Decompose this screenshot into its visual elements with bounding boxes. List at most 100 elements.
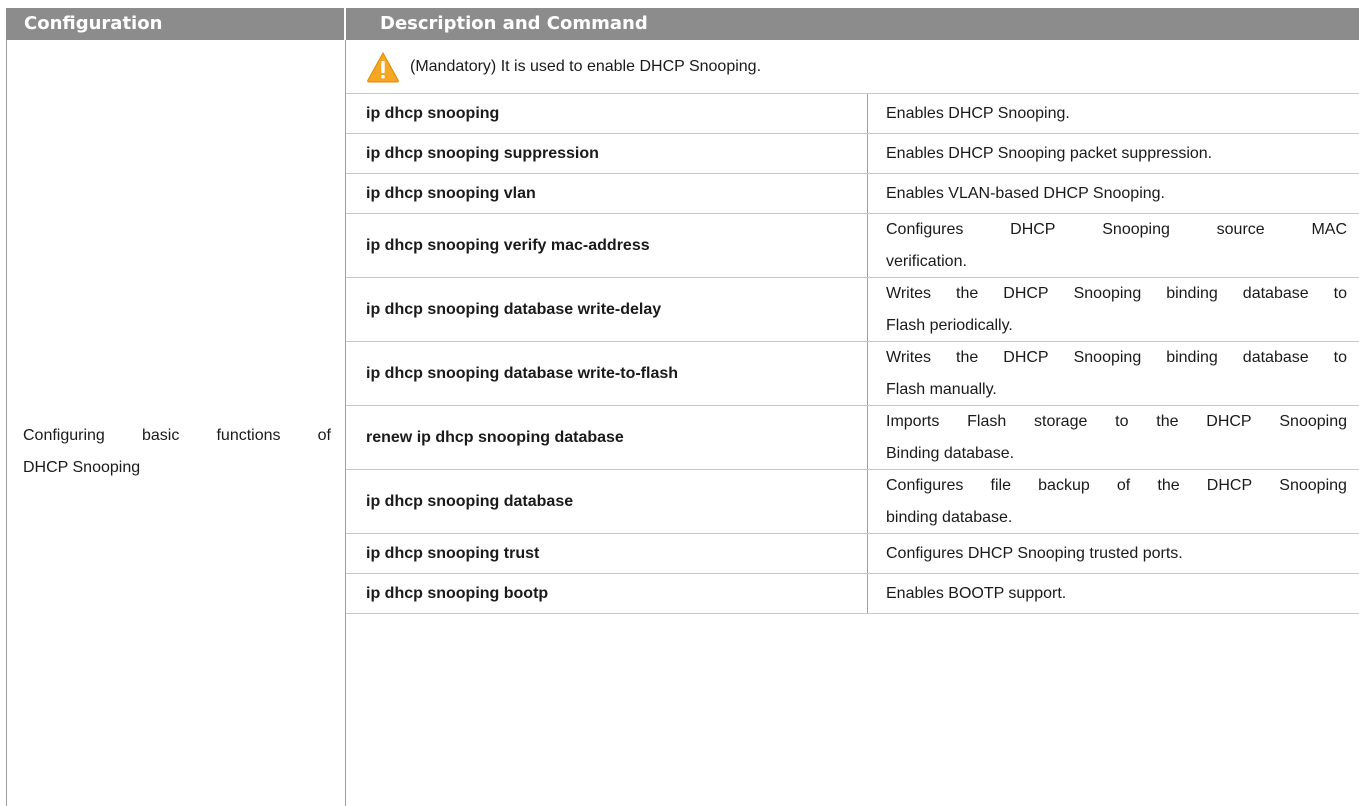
- description-line: Enables DHCP Snooping packet suppression…: [886, 144, 1213, 162]
- table-header: Configuration Description and Command: [6, 8, 1359, 40]
- header-configuration: Configuration: [6, 8, 346, 40]
- description-cell: Configures DHCP Snooping trusted ports.: [868, 534, 1359, 573]
- configuration-line-2: DHCP Snooping: [23, 459, 141, 476]
- description-line: Configures DHCP Snooping trusted ports.: [886, 544, 1183, 562]
- description-word: Snooping: [1073, 284, 1142, 302]
- description-cell: Configures DHCP Snooping source MAC verificat…: [868, 214, 1359, 277]
- table-row: ip dhcp snooping database write-to-flash…: [346, 342, 1359, 406]
- command-cell: ip dhcp snooping verify mac-address: [346, 214, 868, 277]
- configuration-word: Configuring: [23, 427, 105, 444]
- description-cell: Writes the DHCP Snooping binding database to Fl…: [868, 342, 1359, 405]
- table-row: ip dhcp snooping bootp Enables BOOTP supp…: [346, 574, 1359, 614]
- description-word: backup: [1038, 476, 1090, 494]
- description-word: DHCP: [1010, 220, 1056, 238]
- description-word: Writes: [886, 348, 932, 366]
- description-word: Snooping: [1102, 220, 1170, 238]
- description-cell: Imports Flash storage to the DHCP Snooping Bind…: [868, 406, 1359, 469]
- description-text: Configures DHCP Snooping source MAC verificat…: [886, 214, 1347, 278]
- description-word: binding: [1166, 284, 1218, 302]
- description-line: Flash periodically.: [886, 316, 1013, 334]
- description-line: Writes the DHCP Snooping binding database to: [886, 278, 1347, 310]
- description-text: Enables BOOTP support.: [886, 578, 1347, 610]
- description-cell: Enables BOOTP support.: [868, 574, 1359, 613]
- description-word: database: [1242, 348, 1309, 366]
- description-line: Flash manually.: [886, 380, 997, 398]
- description-text: Configures DHCP Snooping trusted ports.: [886, 538, 1347, 570]
- commands-column: (Mandatory) It is used to enable DHCP Sn…: [346, 40, 1359, 614]
- command-cell: ip dhcp snooping database write-delay: [346, 278, 868, 341]
- description-text: Enables DHCP Snooping packet suppression…: [886, 138, 1347, 170]
- table-row: ip dhcp snooping database Configures file b…: [346, 470, 1359, 534]
- header-description: Description and Command: [380, 13, 648, 34]
- description-line: Binding database.: [886, 444, 1015, 462]
- description-word: to: [1115, 412, 1129, 430]
- description-word: DHCP: [1206, 412, 1252, 430]
- description-word: Snooping: [1073, 348, 1142, 366]
- warning-icon: [367, 51, 399, 82]
- description-word: storage: [1034, 412, 1088, 430]
- description-word: to: [1333, 284, 1347, 302]
- description-line: Enables BOOTP support.: [886, 584, 1067, 602]
- description-word: DHCP: [1206, 476, 1253, 494]
- command-cell: renew ip dhcp snooping database: [346, 406, 868, 469]
- document-page: Configuration Description and Command Co…: [0, 0, 1359, 806]
- description-word: DHCP: [1003, 348, 1049, 366]
- table-row: ip dhcp snooping vlan Enables VLAN-based …: [346, 174, 1359, 214]
- description-word: DHCP: [1003, 284, 1049, 302]
- configuration-text: Configuring basic functions of DHCP Snoo…: [23, 420, 331, 484]
- description-line: binding database.: [886, 508, 1013, 526]
- description-cell: Enables DHCP Snooping.: [868, 94, 1359, 133]
- description-line: Configures DHCP Snooping source MAC: [886, 214, 1347, 246]
- table-row: ip dhcp snooping Enables DHCP Snooping.: [346, 94, 1359, 134]
- configuration-word: basic: [141, 427, 180, 444]
- description-text: Enables VLAN-based DHCP Snooping.: [886, 178, 1347, 210]
- command-cell: ip dhcp snooping suppression: [346, 134, 868, 173]
- configuration-cell: Configuring basic functions of DHCP Snoo…: [6, 40, 346, 806]
- description-word: Imports: [886, 412, 940, 430]
- table-row: renew ip dhcp snooping database Imports Fl…: [346, 406, 1359, 470]
- description-word: to: [1333, 348, 1347, 366]
- table-row: ip dhcp snooping suppression Enables DHCP…: [346, 134, 1359, 174]
- table-row: ip dhcp snooping verify mac-address Confi…: [346, 214, 1359, 278]
- description-word: the: [1157, 476, 1180, 494]
- description-word: Flash: [967, 412, 1007, 430]
- description-word: the: [1156, 412, 1179, 430]
- description-word: Configures: [886, 476, 964, 494]
- mandatory-note-text: (Mandatory) It is used to enable DHCP Sn…: [410, 57, 762, 75]
- description-line: Enables DHCP Snooping.: [886, 104, 1070, 122]
- command-cell: ip dhcp snooping vlan: [346, 174, 868, 213]
- table-row: ip dhcp snooping database write-delay Wri…: [346, 278, 1359, 342]
- description-word: the: [956, 284, 979, 302]
- description-cell: Writes the DHCP Snooping binding database to Fl…: [868, 278, 1359, 341]
- description-line: verification.: [886, 252, 967, 270]
- description-word: Snooping: [1279, 476, 1347, 494]
- command-cell: ip dhcp snooping database: [346, 470, 868, 533]
- command-cell: ip dhcp snooping: [346, 94, 868, 133]
- description-line: Enables VLAN-based DHCP Snooping.: [886, 184, 1165, 202]
- description-text: Writes the DHCP Snooping binding database to Fl…: [886, 342, 1347, 406]
- description-text: Enables DHCP Snooping.: [886, 98, 1347, 130]
- configuration-word: of: [317, 427, 331, 444]
- description-text: Configures file backup of the DHCP Snooping bin…: [886, 470, 1347, 534]
- description-word: the: [956, 348, 979, 366]
- configuration-line-1: Configuring basic functions of: [23, 420, 331, 452]
- description-word: Snooping: [1279, 412, 1347, 430]
- command-rows: ip dhcp snooping Enables DHCP Snooping. ip…: [346, 94, 1359, 614]
- description-word: file: [990, 476, 1011, 494]
- description-word: source: [1216, 220, 1265, 238]
- description-word: MAC: [1311, 220, 1347, 238]
- description-cell: Configures file backup of the DHCP Snooping bin…: [868, 470, 1359, 533]
- description-line: Writes the DHCP Snooping binding database to: [886, 342, 1347, 374]
- description-word: database: [1242, 284, 1309, 302]
- configuration-word: functions: [216, 427, 281, 444]
- command-cell: ip dhcp snooping bootp: [346, 574, 868, 613]
- description-cell: Enables DHCP Snooping packet suppression…: [868, 134, 1359, 173]
- description-text: Imports Flash storage to the DHCP Snooping Bind…: [886, 406, 1347, 470]
- description-word: binding: [1166, 348, 1218, 366]
- mandatory-note: (Mandatory) It is used to enable DHCP Sn…: [346, 40, 1359, 94]
- description-word: Writes: [886, 284, 932, 302]
- description-text: Writes the DHCP Snooping binding database to Fl…: [886, 278, 1347, 342]
- description-word: of: [1116, 476, 1131, 494]
- description-line: Imports Flash storage to the DHCP Snooping: [886, 406, 1347, 438]
- description-word: Configures: [886, 220, 964, 238]
